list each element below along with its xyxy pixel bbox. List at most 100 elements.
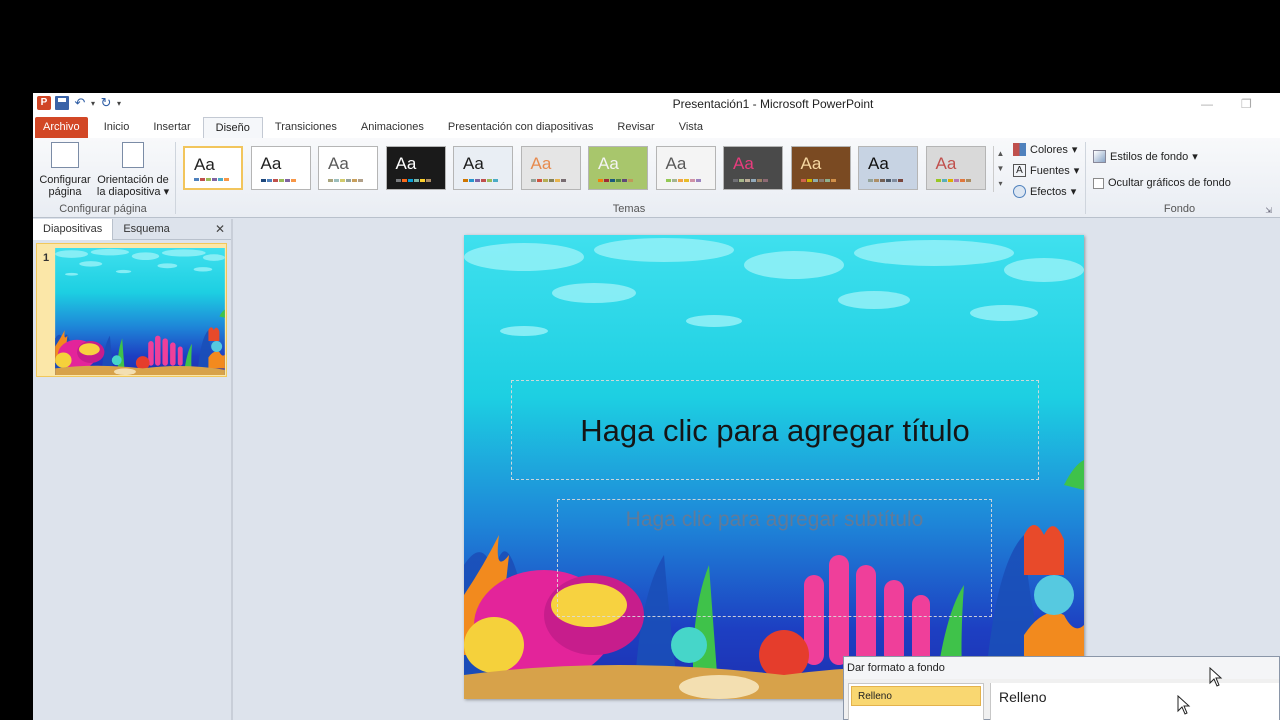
theme-color-swatch bbox=[598, 179, 603, 182]
gallery-more-icon[interactable]: ▾ bbox=[994, 176, 1007, 191]
theme-color-swatch bbox=[622, 179, 627, 182]
theme-black-tie[interactable]: Aa bbox=[723, 146, 783, 190]
undo-dropdown-icon[interactable]: ▾ bbox=[91, 99, 95, 108]
fonts-button[interactable]: A Fuentes ▾ bbox=[1013, 164, 1079, 177]
theme-color-swatch bbox=[739, 179, 744, 182]
theme-sample-text: Aa bbox=[463, 154, 484, 173]
tab-revisar[interactable]: Revisar bbox=[605, 117, 666, 138]
gallery-scroll[interactable]: ▲ ▼ ▾ bbox=[993, 146, 1007, 192]
tab-transiciones[interactable]: Transiciones bbox=[263, 117, 349, 138]
background-styles-button[interactable]: Estilos de fondo ▾ bbox=[1093, 150, 1198, 163]
save-icon[interactable] bbox=[55, 96, 69, 110]
theme-sample-text: Aa bbox=[733, 154, 754, 173]
close-icon[interactable]: ✕ bbox=[215, 222, 225, 236]
tab-archivo[interactable]: Archivo bbox=[35, 117, 88, 138]
theme-color-swatch bbox=[965, 179, 971, 182]
theme-color-bar bbox=[463, 179, 498, 182]
theme-color-swatch bbox=[628, 179, 633, 182]
theme-angles[interactable]: Aa bbox=[385, 146, 446, 190]
theme-adjacency[interactable]: Aa bbox=[318, 146, 378, 190]
theme-color-swatch bbox=[604, 179, 609, 182]
theme-color-swatch bbox=[475, 179, 480, 182]
theme-color-swatch bbox=[616, 179, 621, 182]
theme-color-bar bbox=[733, 179, 768, 182]
tab-vista[interactable]: Vista bbox=[667, 117, 715, 138]
restore-icon[interactable]: ❐ bbox=[1241, 97, 1252, 111]
theme-color-swatch bbox=[463, 179, 468, 182]
theme-color-bar bbox=[598, 179, 633, 182]
powerpoint-logo-icon[interactable]: P bbox=[37, 96, 51, 110]
theme-color-bar bbox=[395, 179, 431, 182]
tab-inicio[interactable]: Inicio bbox=[92, 117, 142, 138]
theme-color-swatch bbox=[818, 179, 824, 182]
dialog-launcher-icon[interactable]: ⇲ bbox=[1265, 206, 1272, 215]
theme-sample-text: Aa bbox=[395, 154, 417, 173]
theme-sample-text: Aa bbox=[328, 154, 349, 173]
category-relleno[interactable]: Relleno bbox=[851, 686, 981, 706]
theme-color-swatch bbox=[542, 179, 548, 182]
theme-color-swatch bbox=[886, 179, 891, 182]
theme-color-swatch bbox=[272, 179, 278, 182]
theme-color-swatch bbox=[346, 179, 351, 182]
theme-plain[interactable]: Aa bbox=[250, 146, 311, 190]
group-divider bbox=[175, 142, 176, 214]
page-setup-button[interactable]: Configurar página bbox=[37, 142, 93, 198]
theme-aspect[interactable]: Aa bbox=[588, 146, 648, 190]
theme-color-swatch bbox=[413, 179, 419, 182]
gallery-up-icon[interactable]: ▲ bbox=[994, 146, 1007, 161]
theme-apex[interactable]: Aa bbox=[453, 146, 513, 190]
minimize-icon[interactable]: — bbox=[1201, 97, 1213, 111]
theme-color-swatch bbox=[218, 178, 223, 181]
slide-orientation-button[interactable]: Orientación de la diapositiva ▾ bbox=[95, 142, 171, 198]
title-placeholder[interactable]: Haga clic para agregar título bbox=[511, 380, 1039, 480]
orientation-label-2: la diapositiva bbox=[96, 186, 161, 198]
theme-color-swatch bbox=[665, 179, 671, 182]
effects-icon bbox=[1013, 185, 1026, 198]
theme-color-swatch bbox=[536, 179, 542, 182]
slide-1[interactable]: Haga clic para agregar título Haga clic … bbox=[464, 235, 1084, 699]
theme-color-swatch bbox=[941, 179, 947, 182]
tab-animaciones[interactable]: Animaciones bbox=[349, 117, 436, 138]
theme-composite[interactable]: Aa bbox=[925, 146, 986, 190]
theme-color-swatch bbox=[260, 179, 266, 182]
group-divider bbox=[1085, 142, 1086, 214]
tab-insertar[interactable]: Insertar bbox=[141, 117, 202, 138]
dialog-category-list: Relleno bbox=[848, 683, 984, 720]
format-background-dialog: Dar formato a fondo Relleno Relleno bbox=[843, 656, 1280, 720]
hide-background-graphics[interactable]: Ocultar gráficos de fondo bbox=[1093, 177, 1231, 189]
tab-diapositivas[interactable]: Diapositivas bbox=[33, 219, 114, 240]
tab-diseno[interactable]: Diseño bbox=[202, 117, 263, 138]
theme-color-swatch bbox=[898, 179, 903, 182]
theme-color-swatch bbox=[401, 179, 407, 182]
undo-icon[interactable]: ↶ bbox=[73, 96, 87, 110]
theme-color-swatch bbox=[407, 179, 413, 182]
tab-esquema[interactable]: Esquema bbox=[113, 219, 179, 240]
theme-sample-text: Aa bbox=[598, 154, 619, 173]
redo-icon[interactable]: ↻ bbox=[99, 96, 113, 110]
theme-clarity[interactable]: Aa bbox=[858, 146, 918, 190]
slide-thumbnail-1[interactable]: 1 bbox=[36, 243, 227, 377]
chevron-down-icon: ▾ bbox=[163, 186, 170, 198]
tab-presentacion[interactable]: Presentación con diapositivas bbox=[436, 117, 606, 138]
colors-button[interactable]: Colores ▾ bbox=[1013, 143, 1077, 156]
hide-graphics-checkbox[interactable] bbox=[1093, 177, 1104, 189]
slide-thumbnail-image bbox=[55, 248, 225, 375]
effects-button[interactable]: Efectos ▾ bbox=[1013, 185, 1076, 198]
subtitle-placeholder[interactable]: Haga clic para agregar subtítulo bbox=[557, 499, 992, 617]
theme-color-swatch bbox=[334, 179, 339, 182]
theme-sample-text: Aa bbox=[868, 154, 889, 173]
theme-color-swatch bbox=[824, 179, 830, 182]
theme-apothecary[interactable]: Aa bbox=[520, 146, 581, 190]
theme-color-swatch bbox=[874, 179, 879, 182]
theme-color-swatch bbox=[806, 179, 812, 182]
theme-civic[interactable]: Aa bbox=[790, 146, 851, 190]
powerpoint-window: P ↶ ▾ ↻ ▾ Presentación1 - Microsoft Powe… bbox=[33, 93, 1280, 720]
theme-office[interactable]: Aa bbox=[183, 146, 243, 190]
gallery-down-icon[interactable]: ▼ bbox=[994, 161, 1007, 176]
customize-qat-icon[interactable]: ▾ bbox=[117, 99, 121, 108]
group-label-page-setup: Configurar página bbox=[59, 203, 147, 215]
theme-color-bar bbox=[260, 179, 296, 182]
theme-austin[interactable]: Aa bbox=[655, 146, 716, 190]
theme-color-swatch bbox=[812, 179, 818, 182]
theme-color-swatch bbox=[695, 179, 701, 182]
